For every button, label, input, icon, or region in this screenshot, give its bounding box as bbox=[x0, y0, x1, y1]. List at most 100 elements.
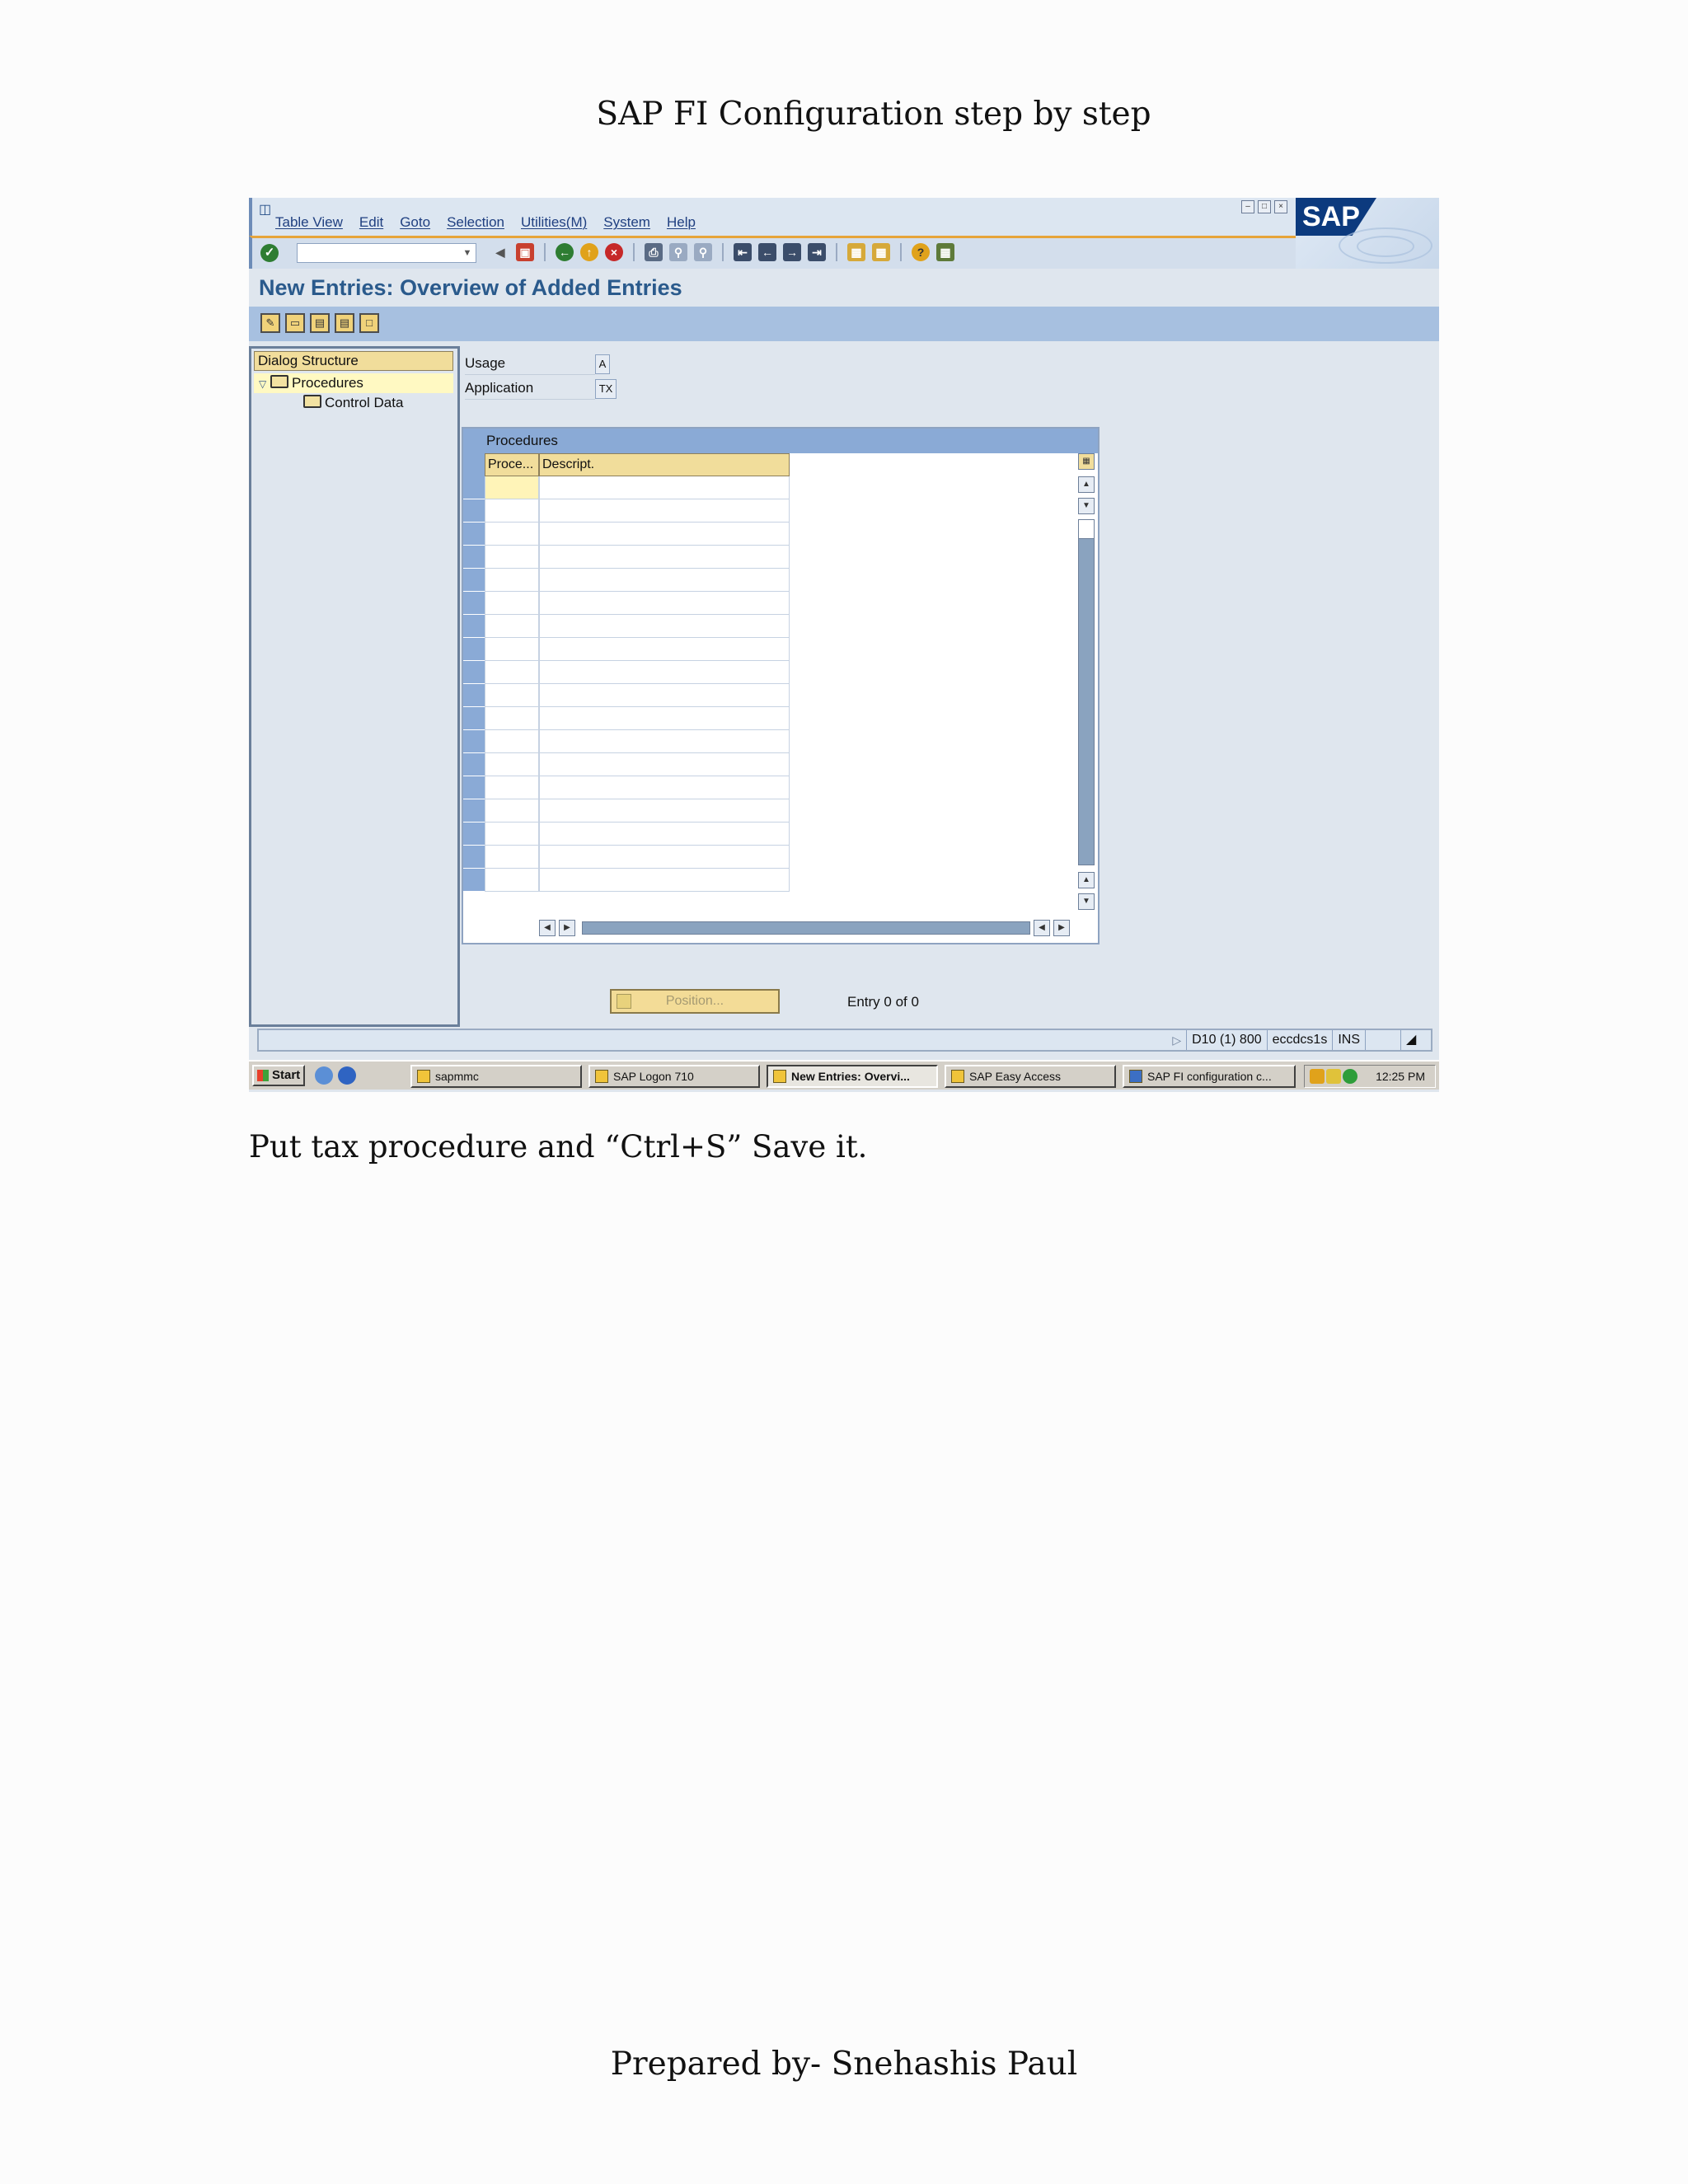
procedure-cell[interactable] bbox=[485, 684, 539, 707]
page-left-icon[interactable]: ◀ bbox=[1034, 920, 1050, 936]
row-selector[interactable] bbox=[463, 499, 485, 523]
description-cell[interactable] bbox=[539, 476, 790, 499]
procedure-cell[interactable] bbox=[485, 592, 539, 615]
description-cell[interactable] bbox=[539, 869, 790, 892]
page-right-icon[interactable]: ▶ bbox=[1053, 920, 1070, 936]
shortcut-icon[interactable]: ▦ bbox=[872, 243, 890, 261]
previous-page-icon[interactable]: ← bbox=[758, 243, 776, 261]
description-cell[interactable] bbox=[539, 684, 790, 707]
vertical-scrollbar[interactable]: ▦ ▲ ▼ ▲ ▼ bbox=[1076, 453, 1096, 915]
restore-icon[interactable]: □ bbox=[1258, 200, 1271, 213]
tray-warning-icon[interactable] bbox=[1326, 1069, 1341, 1084]
row-selector[interactable] bbox=[463, 730, 485, 753]
tray-network-icon[interactable] bbox=[1343, 1069, 1357, 1084]
back-icon[interactable]: ← bbox=[556, 243, 574, 261]
row-selector[interactable] bbox=[463, 823, 485, 846]
position-button[interactable]: Position... bbox=[610, 989, 780, 1014]
procedure-cell[interactable] bbox=[485, 569, 539, 592]
procedure-cell[interactable] bbox=[485, 846, 539, 869]
select-block-icon[interactable]: ▤ bbox=[335, 313, 354, 333]
description-cell[interactable] bbox=[539, 730, 790, 753]
menu-utilities[interactable]: Utilities(M) bbox=[521, 214, 587, 231]
description-cell[interactable] bbox=[539, 799, 790, 823]
row-selector[interactable] bbox=[463, 546, 485, 569]
procedure-cell[interactable] bbox=[485, 499, 539, 523]
row-selector[interactable] bbox=[463, 615, 485, 638]
procedure-cell[interactable] bbox=[485, 476, 539, 499]
scroll-right-icon[interactable]: ▶ bbox=[559, 920, 575, 936]
procedure-cell[interactable] bbox=[485, 730, 539, 753]
description-cell[interactable] bbox=[539, 615, 790, 638]
column-settings-icon[interactable]: ▦ bbox=[1078, 453, 1095, 470]
row-selector[interactable] bbox=[463, 707, 485, 730]
taskbar-new-entries[interactable]: New Entries: Overvi... bbox=[767, 1065, 938, 1088]
description-cell[interactable] bbox=[539, 661, 790, 684]
select-all-rows-button[interactable] bbox=[463, 453, 485, 476]
row-selector[interactable] bbox=[463, 661, 485, 684]
row-selector[interactable] bbox=[463, 638, 485, 661]
description-cell[interactable] bbox=[539, 823, 790, 846]
procedure-cell[interactable] bbox=[485, 776, 539, 799]
menu-edit[interactable]: Edit bbox=[359, 214, 383, 231]
row-selector[interactable] bbox=[463, 776, 485, 799]
row-selector[interactable] bbox=[463, 523, 485, 546]
description-cell[interactable] bbox=[539, 592, 790, 615]
menu-table-view[interactable]: Table View bbox=[275, 214, 343, 231]
description-cell[interactable] bbox=[539, 638, 790, 661]
scroll-thumb[interactable] bbox=[1078, 519, 1095, 539]
taskbar-sap-easy-access[interactable]: SAP Easy Access bbox=[945, 1065, 1116, 1088]
row-selector[interactable] bbox=[463, 753, 485, 776]
procedure-cell[interactable] bbox=[485, 753, 539, 776]
create-session-icon[interactable]: ▦ bbox=[847, 243, 865, 261]
display-change-icon[interactable]: ✎ bbox=[260, 313, 280, 333]
procedure-cell[interactable] bbox=[485, 707, 539, 730]
page-up-icon[interactable]: ▲ bbox=[1078, 872, 1095, 888]
procedure-cell[interactable] bbox=[485, 546, 539, 569]
procedure-cell[interactable] bbox=[485, 523, 539, 546]
description-cell[interactable] bbox=[539, 523, 790, 546]
description-cell[interactable] bbox=[539, 846, 790, 869]
system-menu-icon[interactable]: ◫ bbox=[259, 201, 271, 218]
row-selector[interactable] bbox=[463, 684, 485, 707]
select-all-icon[interactable]: ▤ bbox=[310, 313, 330, 333]
menu-system[interactable]: System bbox=[603, 214, 650, 231]
horizontal-scrollbar[interactable]: ◀ ▶ ◀ ▶ bbox=[539, 920, 1073, 938]
row-selector[interactable] bbox=[463, 592, 485, 615]
row-selector[interactable] bbox=[463, 569, 485, 592]
menu-selection[interactable]: Selection bbox=[447, 214, 504, 231]
column-header-procedure[interactable]: Proce... bbox=[485, 453, 539, 476]
description-cell[interactable] bbox=[539, 776, 790, 799]
command-history-icon[interactable]: ▼ bbox=[461, 246, 474, 260]
enter-icon[interactable]: ✓ bbox=[260, 244, 279, 262]
find-icon[interactable]: ⚲ bbox=[669, 243, 687, 261]
procedure-cell[interactable] bbox=[485, 615, 539, 638]
description-cell[interactable] bbox=[539, 546, 790, 569]
procedure-cell[interactable] bbox=[485, 799, 539, 823]
desktop-quicklaunch-icon[interactable] bbox=[315, 1066, 333, 1085]
minimize-icon[interactable]: – bbox=[1241, 200, 1254, 213]
expand-triangle-icon[interactable]: ▽ bbox=[259, 374, 270, 394]
help-icon[interactable]: ? bbox=[912, 243, 930, 261]
tree-item-procedures[interactable]: ▽ Procedures bbox=[254, 373, 453, 393]
last-page-icon[interactable]: ⇥ bbox=[808, 243, 826, 261]
taskbar-sap-fi-config[interactable]: SAP FI configuration c... bbox=[1123, 1065, 1296, 1088]
print-icon[interactable]: ⎙ bbox=[645, 243, 663, 261]
deselect-all-icon[interactable]: □ bbox=[359, 313, 379, 333]
horizontal-scroll-track[interactable] bbox=[582, 921, 1030, 935]
menu-help[interactable]: Help bbox=[667, 214, 696, 231]
row-selector[interactable] bbox=[463, 476, 485, 499]
delete-icon[interactable]: ▭ bbox=[285, 313, 305, 333]
close-icon[interactable]: × bbox=[1274, 200, 1287, 213]
scroll-left-icon[interactable]: ◀ bbox=[539, 920, 556, 936]
description-cell[interactable] bbox=[539, 569, 790, 592]
status-expand-icon[interactable]: ▷ bbox=[1172, 1033, 1186, 1047]
procedure-cell[interactable] bbox=[485, 638, 539, 661]
scroll-up-icon[interactable]: ▲ bbox=[1078, 476, 1095, 493]
description-cell[interactable] bbox=[539, 753, 790, 776]
next-page-icon[interactable]: → bbox=[783, 243, 801, 261]
layout-menu-icon[interactable]: ▦ bbox=[936, 243, 954, 261]
taskbar-sapmmc[interactable]: sapmmc bbox=[410, 1065, 582, 1088]
description-cell[interactable] bbox=[539, 499, 790, 523]
first-page-icon[interactable]: ⇤ bbox=[734, 243, 752, 261]
procedure-cell[interactable] bbox=[485, 869, 539, 892]
